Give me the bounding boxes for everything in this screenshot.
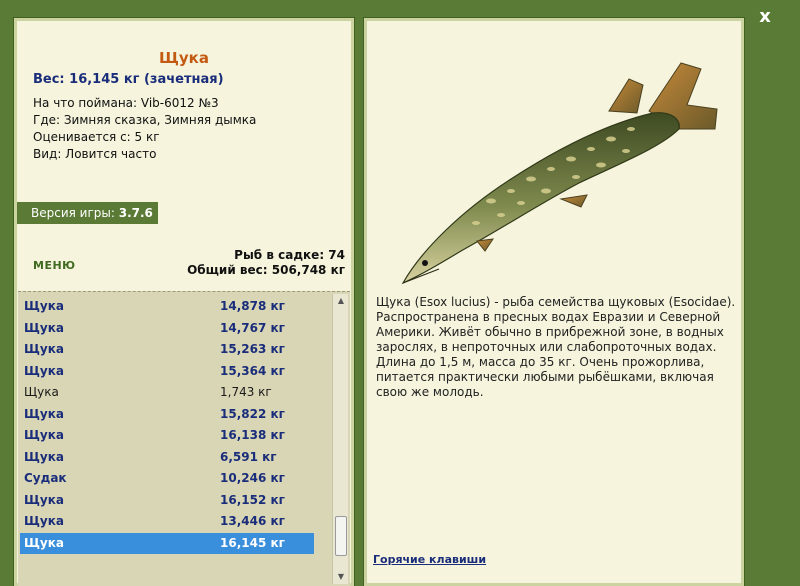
scroll-up-icon[interactable]: ▲ <box>336 296 346 306</box>
version-value: 3.7.6 <box>118 206 153 220</box>
list-item[interactable]: Щука 16,145 кг <box>20 532 314 554</box>
list-item[interactable]: Щука 16,138 кг <box>20 425 314 446</box>
list-item-weight: 15,364 кг <box>220 363 285 378</box>
menu-button[interactable]: МЕНЮ <box>33 259 76 272</box>
list-item[interactable]: Щука 1,743 кг <box>20 382 314 403</box>
fish-picture-panel: Щука (Esox lucius) - рыба семейства щуко… <box>363 17 745 586</box>
total-weight: Общий вес: 506,748 кг <box>187 263 345 277</box>
list-scrollbar[interactable]: ▲ ▼ <box>332 294 348 584</box>
pike-image <box>381 51 733 301</box>
list-item[interactable]: Щука 15,263 кг <box>20 339 314 360</box>
list-item[interactable]: Щука 6,591 кг <box>20 447 314 468</box>
hotkeys-link[interactable]: Горячие клавиши <box>373 553 486 566</box>
fish-description: Щука (Esox lucius) - рыба семейства щуко… <box>376 295 736 399</box>
fish-title: Щука <box>159 49 209 67</box>
list-item-weight: 10,246 кг <box>220 471 285 485</box>
list-item[interactable]: Судак 10,246 кг <box>20 468 314 489</box>
list-item-weight: 6,591 кг <box>220 449 277 464</box>
list-item-weight: 1,743 кг <box>220 385 272 399</box>
scroll-down-icon[interactable]: ▼ <box>336 572 346 582</box>
info-frequency: Вид: Ловится часто <box>33 147 157 161</box>
catch-stats: Рыб в садке: 74 Общий вес: 506,748 кг <box>187 248 345 278</box>
list-item-name: Щука <box>24 320 64 335</box>
list-item-name: Щука <box>24 406 64 421</box>
list-item-name: Щука <box>24 449 64 464</box>
version-label: Версия игры: <box>31 206 115 220</box>
list-item-name: Щука <box>24 342 64 356</box>
list-item-weight: 14,878 кг <box>220 299 285 313</box>
list-item-weight: 13,446 кг <box>220 514 285 528</box>
list-item[interactable]: Щука 14,878 кг <box>20 296 314 317</box>
list-item-weight: 16,138 кг <box>220 428 285 442</box>
list-item-name: Щука <box>24 299 64 313</box>
list-item-name: Судак <box>24 471 67 485</box>
version-bar: Версия игры: 3.7.6 <box>17 202 158 224</box>
list-item[interactable]: Щука 15,822 кг <box>20 404 314 425</box>
list-item-name: Щука <box>24 363 64 378</box>
close-button[interactable]: x <box>754 6 776 28</box>
fish-info-panel: Щука Вес: 16,145 кг (зачетная) На что по… <box>13 17 355 586</box>
info-min-weight: Оценивается с: 5 кг <box>33 130 160 144</box>
list-item[interactable]: Щука 14,767 кг <box>20 318 314 339</box>
list-item-weight: 15,263 кг <box>220 342 285 356</box>
list-item-weight: 15,822 кг <box>220 406 285 421</box>
fish-weight: Вес: 16,145 кг (зачетная) <box>33 72 224 87</box>
list-item-name: Щука <box>24 535 64 550</box>
list-item[interactable]: Щука 13,446 кг <box>20 511 314 532</box>
list-item-name: Щука <box>24 385 59 399</box>
catch-list: Щука 14,878 кг Щука 14,767 кг Щука 15,263 к… <box>18 291 350 586</box>
fish-count: Рыб в садке: 74 <box>234 248 345 262</box>
list-item-name: Щука <box>24 492 64 507</box>
list-item-name: Щука <box>24 428 64 442</box>
list-item[interactable]: Щука 15,364 кг <box>20 361 314 382</box>
info-location: Где: Зимняя сказка, Зимняя дымка <box>33 113 257 127</box>
list-item-name: Щука <box>24 514 64 528</box>
list-item-weight: 16,145 кг <box>220 535 285 550</box>
list-item-weight: 14,767 кг <box>220 320 285 335</box>
list-item-weight: 16,152 кг <box>220 492 285 507</box>
info-bait: На что поймана: Vib-6012 №3 <box>33 96 219 110</box>
scroll-thumb[interactable] <box>335 516 347 556</box>
list-item[interactable]: Щука 16,152 кг <box>20 490 314 511</box>
